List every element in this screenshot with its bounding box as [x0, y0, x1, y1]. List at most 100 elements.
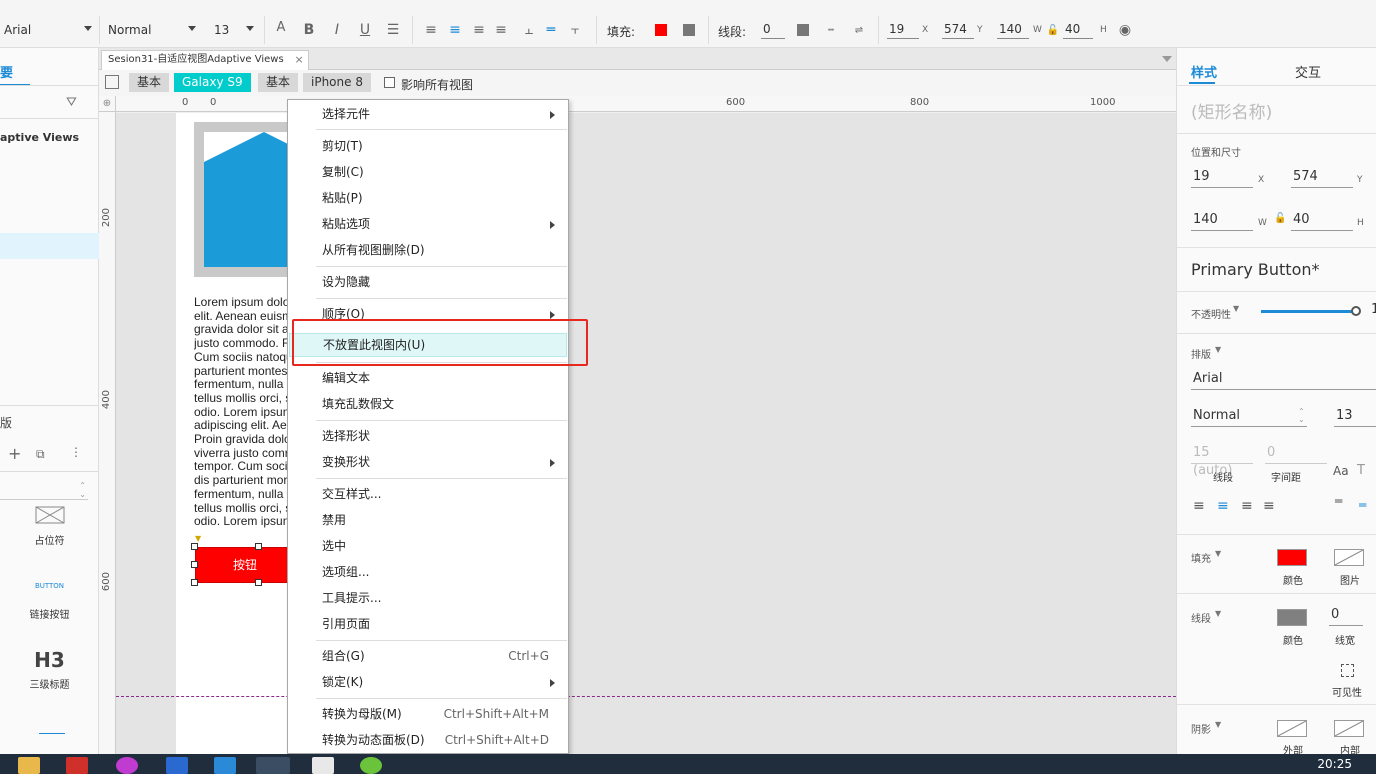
font-size-select[interactable]: 13: [1334, 407, 1376, 427]
menu-item-order[interactable]: 顺序(O): [289, 302, 567, 326]
arrow-style-icon[interactable]: ⇌: [850, 21, 868, 39]
italic-icon[interactable]: I: [328, 21, 346, 39]
visibility-icon[interactable]: [1341, 664, 1354, 677]
wechat-icon[interactable]: [360, 757, 382, 774]
fill-color-swatch[interactable]: [655, 24, 667, 36]
view-iphone-8[interactable]: iPhone 8: [303, 73, 371, 92]
resize-handle[interactable]: [255, 579, 262, 586]
view-galaxy-s9[interactable]: Galaxy S9: [174, 73, 251, 92]
affect-all-views-checkbox[interactable]: [384, 77, 395, 88]
bold-icon[interactable]: B: [300, 21, 318, 39]
x-input[interactable]: 19: [1191, 168, 1253, 188]
align-justify-icon[interactable]: ≡: [492, 21, 510, 39]
align-middle-icon[interactable]: ═: [542, 21, 560, 39]
style-name[interactable]: Primary Button*: [1191, 260, 1320, 279]
design-canvas[interactable]: Lorem ipsum dolo elit. Aenean euism grav…: [116, 113, 1176, 754]
vscode-icon[interactable]: [214, 757, 236, 774]
menu-item-convert-dynamic-panel[interactable]: 转换为动态面板(D) Ctrl+Shift+Alt+D: [289, 728, 567, 752]
align-left-icon[interactable]: ≡: [1193, 498, 1205, 514]
menu-item-disabled[interactable]: 禁用: [289, 508, 567, 532]
font-style-select[interactable]: Normal: [1191, 407, 1307, 427]
h-input[interactable]: 40: [1063, 21, 1093, 39]
more-icon[interactable]: ⋮: [70, 445, 82, 459]
align-center-icon[interactable]: ≡: [446, 21, 464, 39]
chevron-down-icon[interactable]: [1162, 56, 1172, 62]
text-case-icon[interactable]: Aa: [1333, 464, 1349, 478]
menu-item-select-shape[interactable]: 选择形状: [289, 424, 567, 448]
view-base-2[interactable]: 基本: [258, 73, 299, 92]
font-family-select[interactable]: Arial: [1191, 370, 1376, 390]
library-item-link-button[interactable]: BUTTON 链接按钮: [0, 582, 99, 621]
library-item-placeholder[interactable]: 占位符: [0, 506, 99, 547]
opacity-value[interactable]: 1: [1371, 302, 1376, 317]
line-height-input[interactable]: 15 (auto): [1191, 444, 1253, 478]
menu-item-cut[interactable]: 剪切(T): [289, 134, 567, 158]
y-input[interactable]: 574: [1291, 168, 1353, 188]
stroke-color-swatch[interactable]: [1277, 609, 1307, 626]
menu-item-paste-options[interactable]: 粘贴选项: [289, 212, 567, 236]
stroke-width-input[interactable]: 0: [761, 21, 785, 39]
stroke-color-swatch[interactable]: [797, 24, 809, 36]
menu-item-select-widget[interactable]: 选择元件: [289, 102, 567, 126]
lock-icon[interactable]: 🔓: [1274, 213, 1286, 224]
app-icon[interactable]: [312, 757, 334, 774]
menu-item-selected[interactable]: 选中: [289, 534, 567, 558]
inner-shadow-swatch[interactable]: [1334, 720, 1364, 737]
outer-shadow-swatch[interactable]: [1277, 720, 1307, 737]
copy-icon[interactable]: ⧉: [36, 447, 45, 462]
resize-handle[interactable]: [191, 579, 198, 586]
align-right-icon[interactable]: ≡: [1241, 498, 1253, 514]
document-tab[interactable]: Sesion31-自适应视图Adaptive Views ×: [101, 50, 309, 70]
align-top-icon[interactable]: ═: [1335, 494, 1342, 508]
align-justify-icon[interactable]: ≡: [1263, 498, 1275, 514]
menu-item-group[interactable]: 组合(G) Ctrl+G: [289, 644, 567, 668]
menu-item-convert-master[interactable]: 转换为母版(M) Ctrl+Shift+Alt+M: [289, 702, 567, 726]
align-left-icon[interactable]: ≡: [422, 21, 440, 39]
font-family-select[interactable]: Arial: [4, 19, 96, 41]
menu-item-delete-all-views[interactable]: 从所有视图删除(D): [289, 238, 567, 262]
axure-icon[interactable]: [256, 757, 290, 774]
menu-item-option-group[interactable]: 选项组...: [289, 560, 567, 584]
resize-handle[interactable]: [255, 543, 262, 550]
menu-item-paste[interactable]: 粘贴(P): [289, 186, 567, 210]
resize-handle[interactable]: [191, 561, 198, 568]
stroke-width-input[interactable]: 0: [1329, 606, 1363, 626]
eye-icon[interactable]: ◉: [1116, 21, 1134, 39]
menu-item-tooltip[interactable]: 工具提示...: [289, 586, 567, 610]
page-title[interactable]: aptive Views: [0, 131, 79, 144]
menu-item-copy[interactable]: 复制(C): [289, 160, 567, 184]
app-icon[interactable]: [116, 757, 138, 774]
font-color-icon[interactable]: A: [272, 18, 290, 36]
filter-icon[interactable]: ⛛: [66, 95, 77, 110]
y-input[interactable]: 574: [942, 21, 974, 39]
app-icon[interactable]: [166, 757, 188, 774]
primary-button[interactable]: 按钮: [195, 547, 295, 583]
selected-outline-row[interactable]: [0, 233, 99, 259]
menu-item-fill-lorem[interactable]: 填充乱数假文: [289, 392, 567, 416]
w-input[interactable]: 140: [997, 21, 1029, 39]
lock-icon[interactable]: 🔓: [1044, 21, 1062, 39]
menu-item-lock[interactable]: 锁定(K): [289, 670, 567, 694]
menu-item-reference-page[interactable]: 引用页面: [289, 612, 567, 636]
close-icon[interactable]: ×: [294, 51, 303, 69]
font-style-select[interactable]: Normal: [108, 19, 200, 41]
h-input[interactable]: 40: [1291, 211, 1353, 231]
opacity-slider-thumb[interactable]: [1351, 306, 1361, 316]
align-right-icon[interactable]: ≡: [470, 21, 488, 39]
align-middle-icon[interactable]: ═: [1359, 498, 1366, 512]
font-size-select[interactable]: 13: [214, 19, 258, 41]
menu-item-interaction-styles[interactable]: 交互样式...: [289, 482, 567, 506]
app-icon[interactable]: [66, 757, 88, 774]
library-select[interactable]: ⌃ ⌄: [0, 478, 88, 500]
menu-item-transform-shape[interactable]: 变换形状: [289, 450, 567, 474]
stroke-pattern-icon[interactable]: ┅: [822, 21, 840, 39]
menu-item-unplace-from-view[interactable]: 不放置此视图内(U): [289, 333, 567, 357]
opacity-slider-track[interactable]: [1261, 310, 1357, 313]
view-base-1[interactable]: 基本: [129, 73, 170, 92]
folder-icon[interactable]: [18, 757, 40, 774]
resize-handle[interactable]: [191, 543, 198, 550]
bullet-list-icon[interactable]: ☰: [384, 21, 402, 39]
align-top-icon[interactable]: ⫠: [520, 21, 538, 39]
letter-spacing-input[interactable]: 0: [1265, 444, 1327, 464]
align-bottom-icon[interactable]: ⫟: [566, 21, 584, 39]
